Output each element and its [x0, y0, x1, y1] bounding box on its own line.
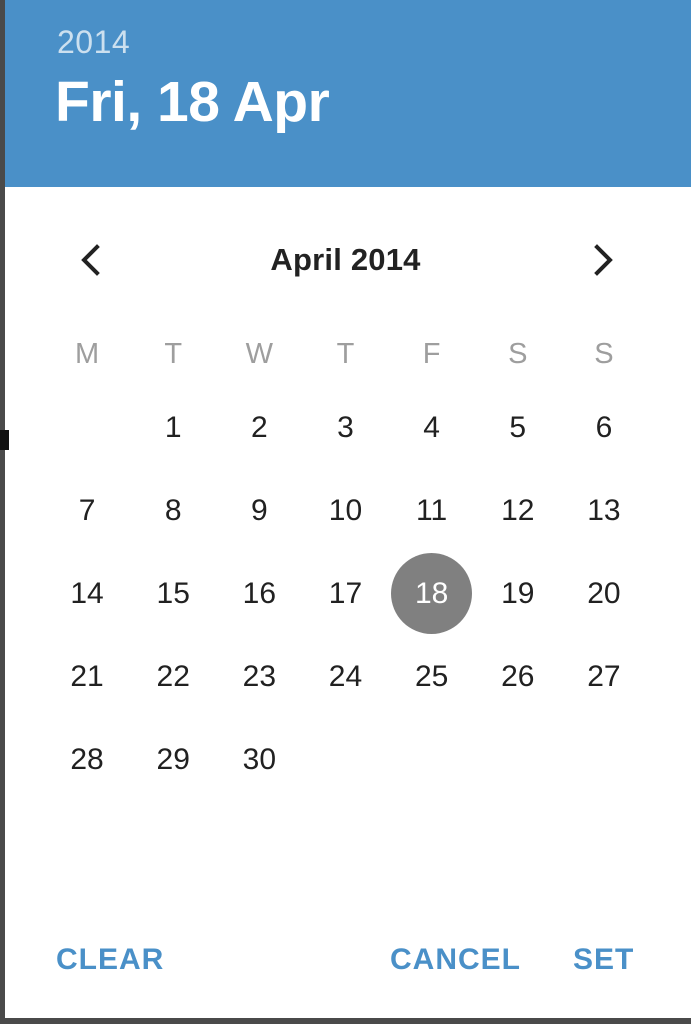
day-cell-selected[interactable]: 18 — [391, 553, 473, 634]
day-cell[interactable]: 3 — [305, 387, 386, 468]
day-cell-empty — [563, 719, 644, 800]
date-picker-dialog: 2014 Fri, 18 Apr April 2014 M T W T F S … — [0, 0, 691, 1024]
weekday-header-row: M T W T F S S — [44, 322, 647, 386]
day-cell[interactable]: 24 — [305, 636, 386, 717]
day-cell-empty — [47, 387, 128, 468]
weekday-label-thu: T — [336, 337, 355, 370]
calendar-week-row: 28 29 30 — [44, 718, 647, 801]
calendar-week-row: 1 2 3 4 5 6 — [44, 386, 647, 469]
dialog-actions: CLEAR CANCEL SET — [0, 928, 691, 992]
day-cell-empty — [391, 719, 472, 800]
clear-button[interactable]: CLEAR — [56, 928, 164, 992]
day-cell[interactable]: 15 — [133, 553, 214, 634]
set-button[interactable]: SET — [573, 928, 634, 992]
device-frame-bottom-edge — [0, 1018, 691, 1024]
day-cell[interactable]: 30 — [219, 719, 300, 800]
day-cell[interactable]: 21 — [47, 636, 128, 717]
day-cell[interactable]: 5 — [477, 387, 558, 468]
weekday-label-sun: S — [594, 337, 614, 370]
calendar-week-row: 7 8 9 10 11 12 13 — [44, 469, 647, 552]
day-cell[interactable]: 16 — [219, 553, 300, 634]
day-cell[interactable]: 28 — [47, 719, 128, 800]
device-frame-left-edge — [0, 0, 5, 1024]
day-cell[interactable]: 8 — [133, 470, 214, 551]
header-selected-date[interactable]: Fri, 18 Apr — [55, 74, 330, 131]
next-month-button[interactable] — [571, 228, 635, 292]
day-cell[interactable]: 25 — [391, 636, 472, 717]
weekday-label-tue: T — [164, 337, 183, 370]
weekday-label-sat: S — [508, 337, 528, 370]
weekday-label-fri: F — [422, 337, 441, 370]
day-cell[interactable]: 27 — [563, 636, 644, 717]
day-cell-empty — [477, 719, 558, 800]
weekday-label-mon: M — [74, 337, 100, 370]
day-cell[interactable]: 9 — [219, 470, 300, 551]
day-cell[interactable]: 22 — [133, 636, 214, 717]
day-cell[interactable]: 7 — [47, 470, 128, 551]
day-cell[interactable]: 6 — [563, 387, 644, 468]
day-cell[interactable]: 26 — [477, 636, 558, 717]
calendar-grid: M T W T F S S 1 2 3 4 5 6 7 8 9 10 11 12… — [44, 322, 647, 801]
chevron-right-icon — [592, 243, 614, 277]
device-frame-notch — [0, 430, 9, 450]
month-navigation: April 2014 — [0, 228, 691, 292]
day-cell[interactable]: 13 — [563, 470, 644, 551]
header-year[interactable]: 2014 — [57, 26, 130, 58]
cancel-button[interactable]: CANCEL — [390, 928, 521, 992]
day-cell[interactable]: 12 — [477, 470, 558, 551]
dialog-header: 2014 Fri, 18 Apr — [0, 0, 691, 187]
day-cell[interactable]: 11 — [391, 470, 472, 551]
day-cell[interactable]: 4 — [391, 387, 472, 468]
day-cell[interactable]: 20 — [563, 553, 644, 634]
day-cell-empty — [305, 719, 386, 800]
weekday-label-wed: W — [245, 337, 274, 370]
day-cell[interactable]: 23 — [219, 636, 300, 717]
day-cell[interactable]: 10 — [305, 470, 386, 551]
day-cell[interactable]: 1 — [133, 387, 214, 468]
calendar-week-row: 14 15 16 17 18 19 20 — [44, 552, 647, 635]
day-cell[interactable]: 2 — [219, 387, 300, 468]
day-cell[interactable]: 17 — [305, 553, 386, 634]
day-cell[interactable]: 29 — [133, 719, 214, 800]
day-cell[interactable]: 19 — [477, 553, 558, 634]
calendar-week-row: 21 22 23 24 25 26 27 — [44, 635, 647, 718]
day-cell[interactable]: 14 — [47, 553, 128, 634]
